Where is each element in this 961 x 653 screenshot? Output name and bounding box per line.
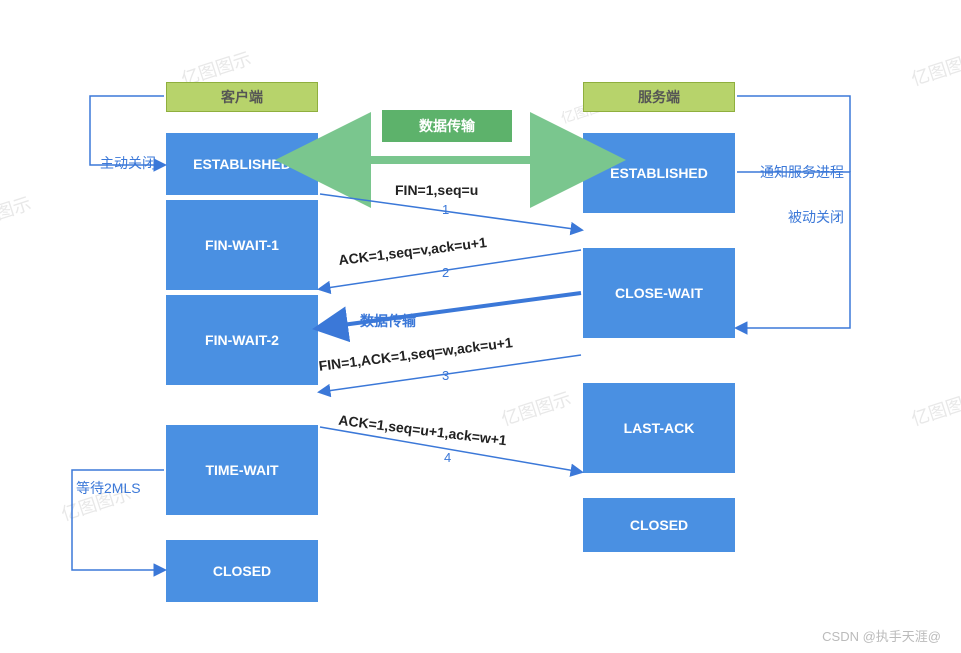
label-notify-process: 通知服务进程	[760, 162, 844, 182]
client-established: ESTABLISHED	[166, 133, 318, 195]
server-established: ESTABLISHED	[583, 133, 735, 213]
server-last-ack: LAST-ACK	[583, 383, 735, 473]
watermark: 亿图图示	[498, 385, 575, 432]
client-fin-wait-2: FIN-WAIT-2	[166, 295, 318, 385]
client-closed: CLOSED	[166, 540, 318, 602]
watermark: 亿图图示	[0, 190, 34, 237]
message-1: FIN=1,seq=u	[395, 182, 478, 198]
server-close-wait: CLOSE-WAIT	[583, 248, 735, 338]
label-wait-2mls: 等待2MLS	[76, 478, 141, 498]
seq-3: 3	[442, 368, 449, 383]
footer-credit: CSDN @执手天涯@	[822, 626, 941, 645]
label-passive-close: 被动关闭	[788, 207, 844, 227]
watermark: 亿图图示	[908, 45, 961, 92]
label-data-transfer-mid: 数据传输	[360, 311, 416, 331]
seq-2: 2	[442, 265, 449, 280]
message-3: FIN=1,ACK=1,seq=w,ack=u+1	[318, 334, 514, 374]
server-header: 服务端	[583, 82, 735, 112]
server-closed: CLOSED	[583, 498, 735, 552]
data-transfer-title: 数据传输	[382, 110, 512, 142]
seq-4: 4	[444, 450, 451, 465]
watermark: 亿图图示	[908, 385, 961, 432]
message-2: ACK=1,seq=v,ack=u+1	[338, 234, 488, 268]
message-4: ACK=1,seq=u+1,ack=w+1	[338, 412, 508, 449]
client-fin-wait-1: FIN-WAIT-1	[166, 200, 318, 290]
client-time-wait: TIME-WAIT	[166, 425, 318, 515]
seq-1: 1	[442, 202, 449, 217]
diagram-arrows	[0, 0, 961, 653]
label-active-close: 主动关闭	[100, 153, 156, 173]
client-header: 客户端	[166, 82, 318, 112]
